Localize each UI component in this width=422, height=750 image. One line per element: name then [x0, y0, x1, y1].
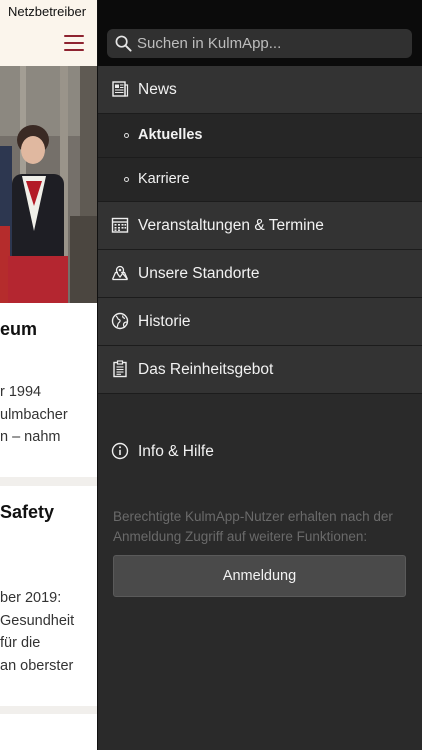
menu-subitem-label: Karriere: [138, 171, 190, 187]
hamburger-icon[interactable]: [64, 35, 84, 51]
bullet-icon: [124, 133, 129, 138]
calendar-icon: [111, 217, 129, 233]
menu-subitem-label: Aktuelles: [138, 127, 203, 143]
menu-item-label: Unsere Standorte: [138, 265, 260, 282]
newspaper-icon: [112, 81, 129, 97]
news-card-line: ulmbacher: [0, 406, 68, 423]
menu-item-label: Info & Hilfe: [138, 443, 214, 460]
photo-image: [0, 66, 97, 303]
menu-subitem-aktuelles[interactable]: Aktuelles: [98, 114, 422, 158]
menu-item-historie[interactable]: Historie: [98, 298, 422, 346]
news-card[interactable]: eum r 1994 ulmbacher n – nahm: [0, 303, 97, 477]
menu-item-veranstaltungen[interactable]: Veranstaltungen & Termine: [98, 202, 422, 250]
clipboard-icon: [113, 360, 127, 378]
menu-item-reinheitsgebot[interactable]: Das Reinheitsgebot: [98, 346, 422, 394]
menu-item-label: Historie: [138, 313, 191, 330]
news-card-line: an oberster: [0, 657, 74, 674]
menu-item-label: Veranstaltungen & Termine: [138, 217, 324, 234]
map-pin-icon: [111, 265, 129, 281]
search-input[interactable]: [137, 29, 407, 58]
search-bar-container: [98, 22, 422, 66]
navigation-drawer: News Aktuelles Karriere Veranstaltungen: [97, 0, 422, 750]
search-icon: [115, 35, 132, 52]
news-card-line: für die: [0, 635, 41, 651]
bullet-icon: [124, 177, 129, 182]
menu-item-label: News: [138, 81, 177, 98]
login-note: Berechtigte KulmApp-Nutzer erhalten nach…: [113, 509, 393, 544]
app-header: [0, 22, 97, 66]
search-box[interactable]: [107, 29, 412, 58]
menu-item-label: Das Reinheitsgebot: [138, 361, 274, 378]
menu-subitem-karriere[interactable]: Karriere: [98, 158, 422, 202]
drawer-menu: News Aktuelles Karriere Veranstaltungen: [98, 66, 422, 394]
news-card-text: r 1994 ulmbacher n – nahm: [0, 381, 68, 449]
drawer-empty-area: [98, 605, 422, 750]
news-photo[interactable]: [0, 66, 97, 303]
news-card-line: ber 2019:: [0, 590, 62, 606]
globe-icon: [111, 312, 129, 330]
news-card-line: Gesundheit: [0, 612, 75, 629]
status-bar: [98, 0, 422, 22]
menu-item-standorte[interactable]: Unsere Standorte: [98, 250, 422, 298]
background-page: Netzbetreiber eum r 1994 ulmbacher n – n…: [0, 0, 97, 750]
news-card-title: eum: [0, 319, 38, 339]
news-card[interactable]: [0, 714, 97, 750]
news-card-line: n – nahm: [0, 429, 61, 445]
status-bar-carrier: Netzbetreiber: [0, 0, 97, 22]
news-card-line: r 1994: [0, 384, 42, 400]
login-button[interactable]: Anmeldung: [113, 555, 406, 597]
news-card[interactable]: Safety ber 2019: Gesundheit für die an o…: [0, 486, 97, 706]
menu-item-info[interactable]: Info & Hilfe: [98, 430, 422, 474]
menu-item-news[interactable]: News: [98, 66, 422, 114]
news-card-text: ber 2019: Gesundheit für die an oberster: [0, 587, 74, 677]
info-icon: [111, 442, 129, 460]
news-card-title: Safety: [0, 502, 55, 522]
